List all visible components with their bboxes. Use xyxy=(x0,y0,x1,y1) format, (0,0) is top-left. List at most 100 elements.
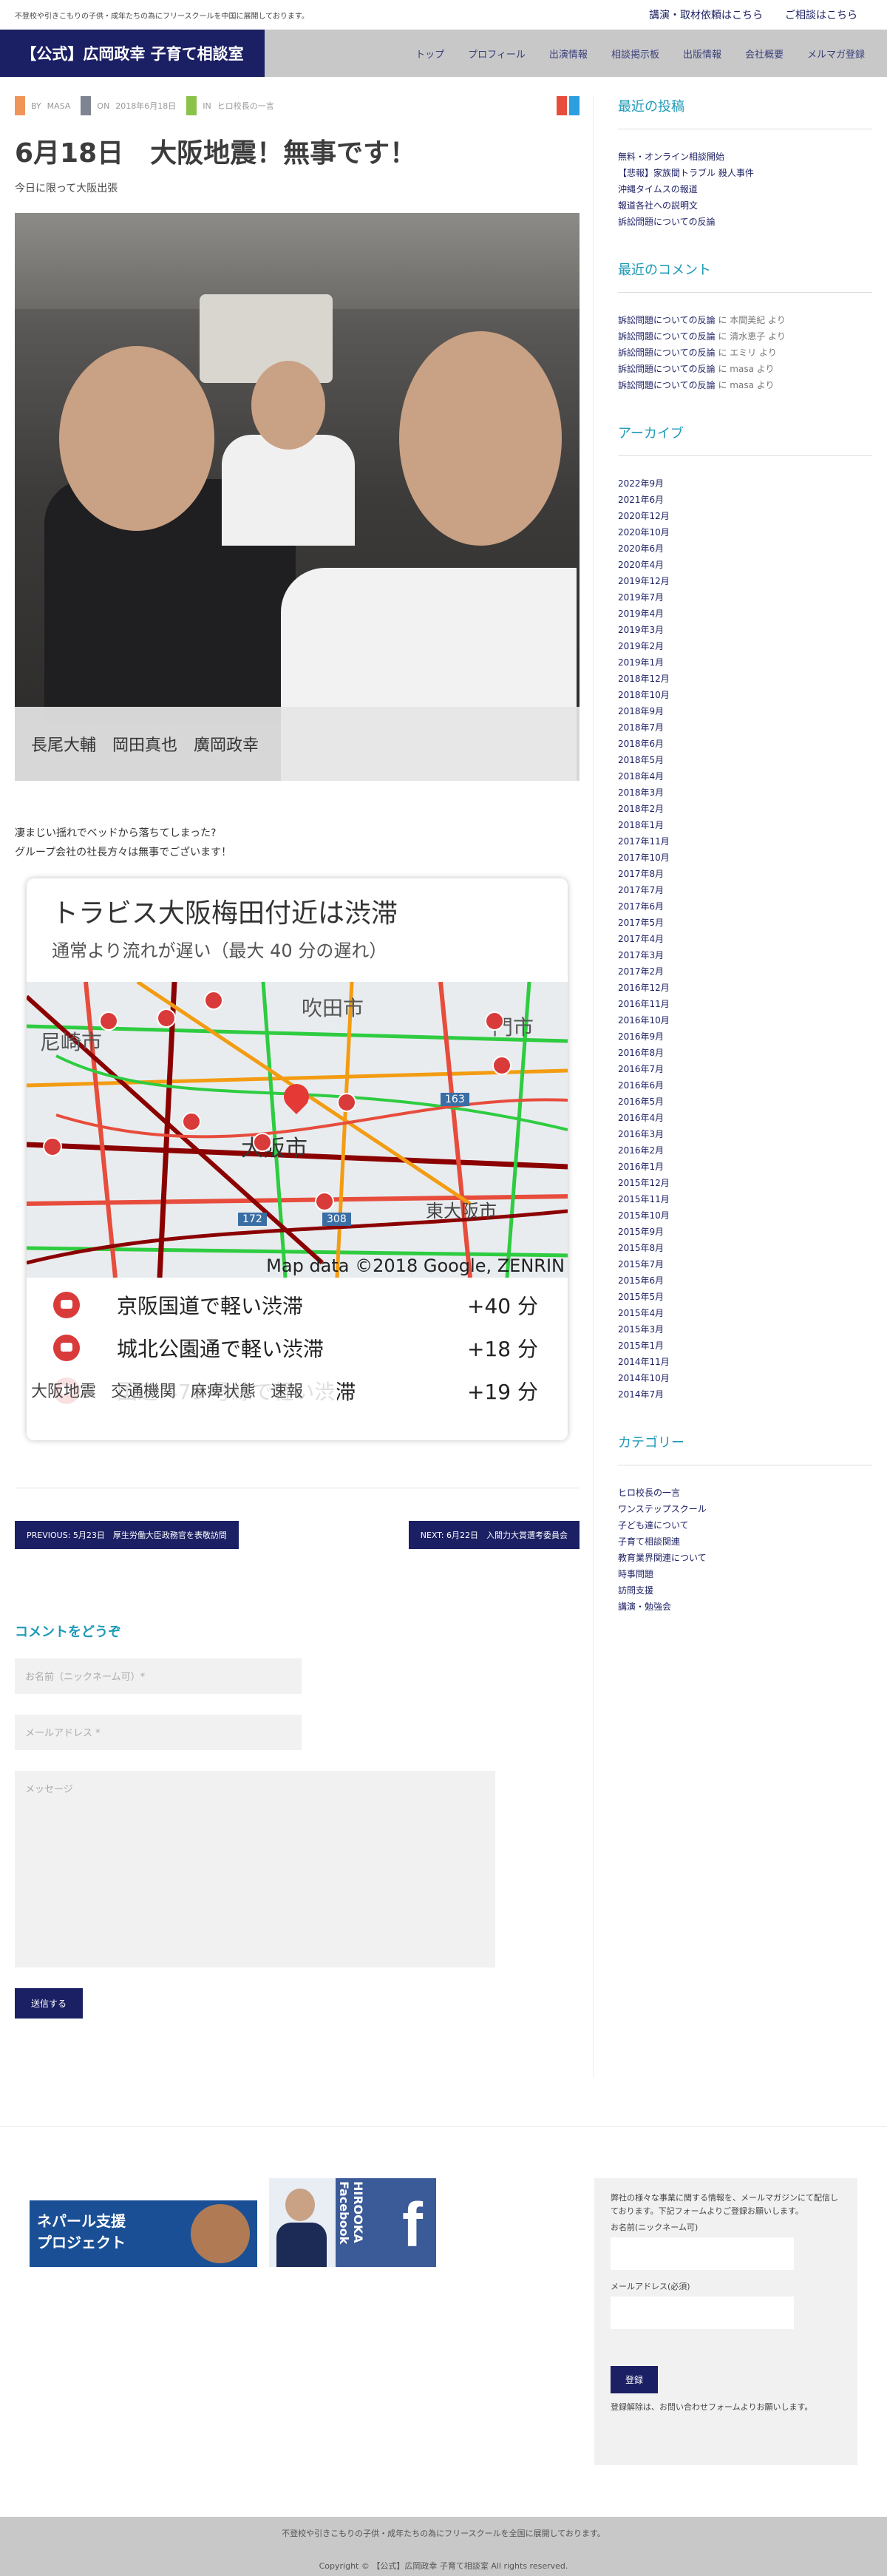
recent-post-link[interactable]: 【悲報】家族間トラブル 殺人事件 xyxy=(618,165,872,181)
archive-link[interactable]: 2016年9月 xyxy=(618,1028,872,1045)
facebook-banner[interactable]: HIROOKA Facebook f xyxy=(269,2178,436,2267)
post-author[interactable]: MASA xyxy=(47,101,71,111)
post-category[interactable]: ヒロ校長の一言 xyxy=(217,100,274,112)
archive-link[interactable]: 2015年8月 xyxy=(618,1240,872,1256)
archive-link[interactable]: 2016年5月 xyxy=(618,1094,872,1110)
archive-link[interactable]: 2017年4月 xyxy=(618,931,872,947)
archive-link[interactable]: 2018年5月 xyxy=(618,752,872,768)
comment-name-input[interactable]: お名前（ニックネーム可）* xyxy=(15,1658,302,1694)
nepal-support-banner[interactable]: ネパール支援 プロジェクト xyxy=(30,2200,257,2267)
archive-link[interactable]: 2015年6月 xyxy=(618,1272,872,1289)
newsletter-subscribe-button[interactable]: 登録 xyxy=(611,2366,659,2393)
google-plus-share-icon[interactable] xyxy=(557,96,567,115)
archive-link[interactable]: 2017年5月 xyxy=(618,915,872,931)
archive-link[interactable]: 2018年9月 xyxy=(618,703,872,719)
newsletter-email-input[interactable] xyxy=(611,2297,794,2329)
newsletter-name-input[interactable] xyxy=(611,2237,794,2270)
archive-link[interactable]: 2018年3月 xyxy=(618,784,872,801)
archive-link[interactable]: 2021年6月 xyxy=(618,492,872,508)
route-row[interactable]: 城北公園通で軽い渋滞 +18 分 xyxy=(27,1326,568,1369)
category-link[interactable]: 訪問支援 xyxy=(618,1582,872,1599)
nav-item-company[interactable]: 会社概要 xyxy=(745,47,784,61)
archive-link[interactable]: 2015年3月 xyxy=(618,1321,872,1338)
twitter-share-icon[interactable] xyxy=(569,96,580,115)
archive-link[interactable]: 2017年2月 xyxy=(618,963,872,980)
recent-comment-post-link[interactable]: 訴訟問題についての反論 xyxy=(618,331,716,342)
recent-comment-post-link[interactable]: 訴訟問題についての反論 xyxy=(618,380,716,390)
archive-link[interactable]: 2015年1月 xyxy=(618,1338,872,1354)
archive-link[interactable]: 2014年10月 xyxy=(618,1370,872,1386)
archive-link[interactable]: 2020年4月 xyxy=(618,557,872,573)
archive-link[interactable]: 2016年4月 xyxy=(618,1110,872,1126)
archive-link[interactable]: 2019年7月 xyxy=(618,589,872,606)
archive-link[interactable]: 2016年10月 xyxy=(618,1012,872,1028)
archive-link[interactable]: 2018年7月 xyxy=(618,719,872,736)
category-link[interactable]: 時事問題 xyxy=(618,1566,872,1582)
archive-link[interactable]: 2016年6月 xyxy=(618,1077,872,1094)
nav-item-appearances[interactable]: 出演情報 xyxy=(549,47,588,61)
archive-link[interactable]: 2019年2月 xyxy=(618,638,872,654)
site-logo[interactable]: 【公式】広岡政幸 子育て相談室 xyxy=(0,30,265,77)
route-row[interactable]: 京阪国道で軽い渋滞 +40 分 xyxy=(27,1284,568,1326)
archive-link[interactable]: 2015年5月 xyxy=(618,1289,872,1305)
archive-link[interactable]: 2016年7月 xyxy=(618,1061,872,1077)
archive-link[interactable]: 2017年8月 xyxy=(618,866,872,882)
archive-link[interactable]: 2017年10月 xyxy=(618,850,872,866)
archive-link[interactable]: 2016年8月 xyxy=(618,1045,872,1061)
comment-message-input[interactable]: メッセージ xyxy=(15,1771,495,1967)
archive-link[interactable]: 2015年7月 xyxy=(618,1256,872,1272)
category-link[interactable]: 子ども達について xyxy=(618,1517,872,1533)
archive-link[interactable]: 2017年11月 xyxy=(618,833,872,850)
recent-post-link[interactable]: 訴訟問題についての反論 xyxy=(618,214,872,230)
recent-post-link[interactable]: 無料・オンライン相談開始 xyxy=(618,149,872,165)
category-link[interactable]: ワンステップスクール xyxy=(618,1501,872,1517)
archive-link[interactable]: 2018年4月 xyxy=(618,768,872,784)
archive-link[interactable]: 2018年2月 xyxy=(618,801,872,817)
archive-link[interactable]: 2019年12月 xyxy=(618,573,872,589)
archive-link[interactable]: 2019年4月 xyxy=(618,606,872,622)
archive-link[interactable]: 2022年9月 xyxy=(618,475,872,492)
nav-item-profile[interactable]: プロフィール xyxy=(468,47,526,61)
archive-link[interactable]: 2018年6月 xyxy=(618,736,872,752)
category-link[interactable]: ヒロ校長の一言 xyxy=(618,1485,872,1501)
archive-link[interactable]: 2020年6月 xyxy=(618,540,872,557)
comment-email-input[interactable]: メールアドレス * xyxy=(15,1715,302,1750)
recent-post-link[interactable]: 沖縄タイムスの報道 xyxy=(618,181,872,197)
lecture-request-link[interactable]: 講演・取材依頼はこちら xyxy=(649,7,763,22)
archive-link[interactable]: 2016年11月 xyxy=(618,996,872,1012)
archive-link[interactable]: 2016年1月 xyxy=(618,1159,872,1175)
archive-link[interactable]: 2016年12月 xyxy=(618,980,872,996)
archive-link[interactable]: 2014年7月 xyxy=(618,1386,872,1403)
nav-item-publications[interactable]: 出版情報 xyxy=(683,47,721,61)
category-link[interactable]: 子育て相談関連 xyxy=(618,1533,872,1550)
archive-link[interactable]: 2020年10月 xyxy=(618,524,872,540)
nav-item-top[interactable]: トップ xyxy=(415,47,444,61)
archive-link[interactable]: 2015年11月 xyxy=(618,1191,872,1207)
archive-link[interactable]: 2015年4月 xyxy=(618,1305,872,1321)
archive-link[interactable]: 2015年10月 xyxy=(618,1207,872,1224)
next-post-button[interactable]: NEXT: 6月22日 入間力大賞選考委員会 xyxy=(408,1521,580,1549)
archive-link[interactable]: 2017年7月 xyxy=(618,882,872,898)
nav-item-forum[interactable]: 相談掲示板 xyxy=(611,47,659,61)
recent-post-link[interactable]: 報道各社への説明文 xyxy=(618,197,872,214)
archive-link[interactable]: 2017年6月 xyxy=(618,898,872,915)
recent-comment-post-link[interactable]: 訴訟問題についての反論 xyxy=(618,315,716,325)
comment-submit-button[interactable]: 送信する xyxy=(15,1988,84,2019)
category-link[interactable]: 教育業界関連について xyxy=(618,1550,872,1566)
archive-link[interactable]: 2019年3月 xyxy=(618,622,872,638)
category-link[interactable]: 講演・勉強会 xyxy=(618,1599,872,1615)
recent-comment-post-link[interactable]: 訴訟問題についての反論 xyxy=(618,364,716,374)
archive-link[interactable]: 2018年12月 xyxy=(618,671,872,687)
archive-link[interactable]: 2018年10月 xyxy=(618,687,872,703)
archive-link[interactable]: 2017年3月 xyxy=(618,947,872,963)
archive-link[interactable]: 2014年11月 xyxy=(618,1354,872,1370)
archive-link[interactable]: 2018年1月 xyxy=(618,817,872,833)
archive-link[interactable]: 2015年12月 xyxy=(618,1175,872,1191)
previous-post-button[interactable]: PREVIOUS: 5月23日 厚生労働大臣政務官を表敬訪問 xyxy=(15,1521,239,1549)
recent-comment-post-link[interactable]: 訴訟問題についての反論 xyxy=(618,348,716,358)
archive-link[interactable]: 2020年12月 xyxy=(618,508,872,524)
archive-link[interactable]: 2016年3月 xyxy=(618,1126,872,1142)
archive-link[interactable]: 2016年2月 xyxy=(618,1142,872,1159)
consultation-link[interactable]: ご相談はこちら xyxy=(785,7,857,22)
archive-link[interactable]: 2015年9月 xyxy=(618,1224,872,1240)
